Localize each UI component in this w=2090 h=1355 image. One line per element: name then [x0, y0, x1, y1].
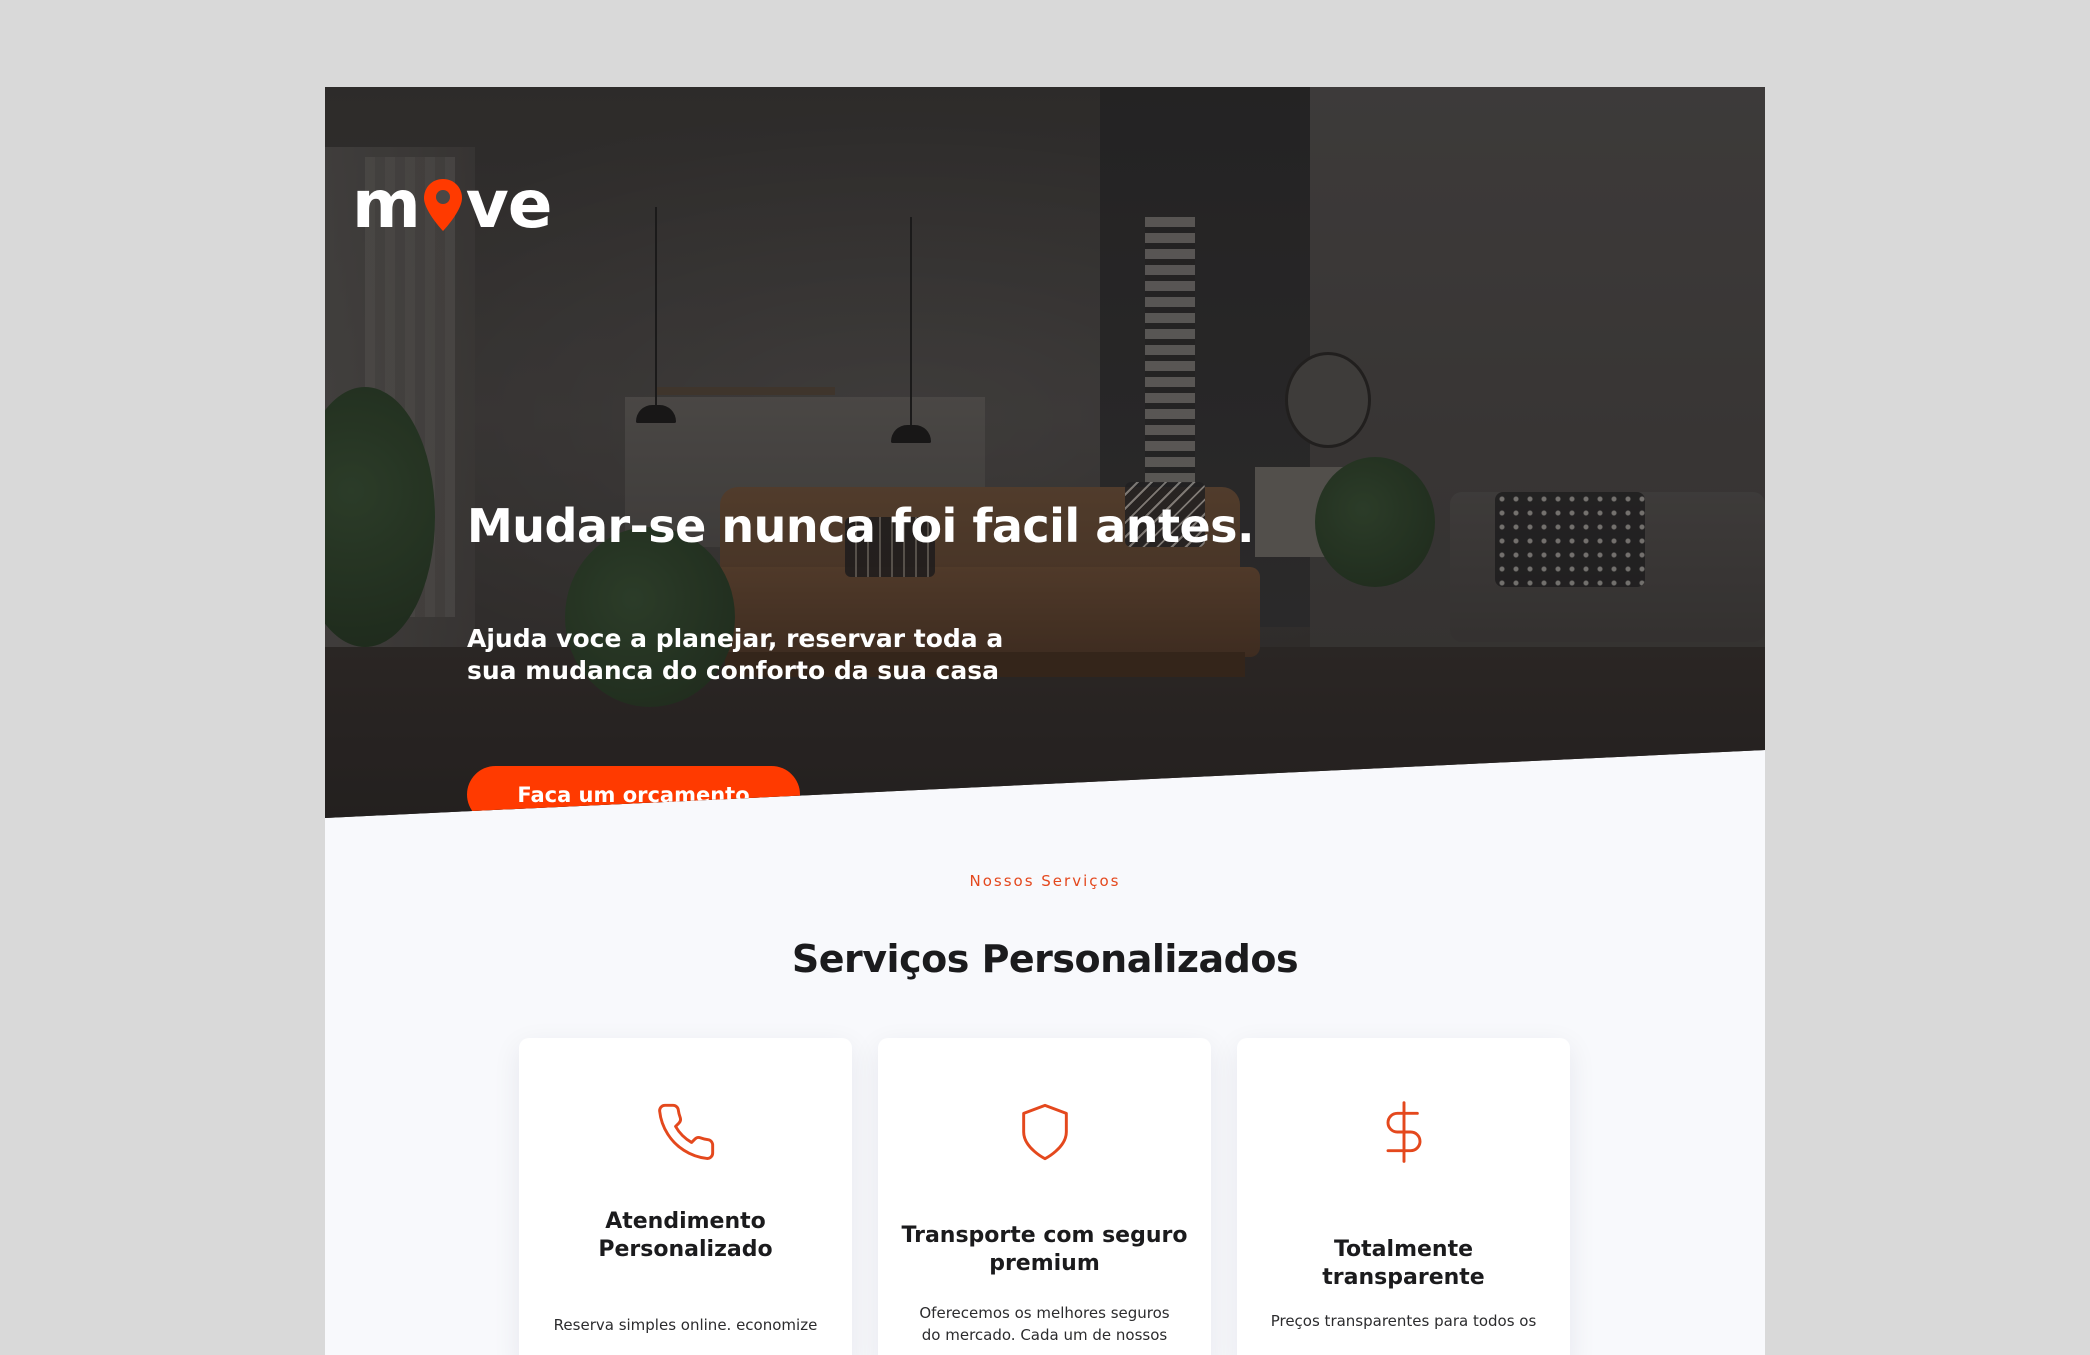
brand-logo[interactable]: m ve — [352, 166, 553, 243]
service-card-atendimento: Atendimento Personalizado Reserva simple… — [519, 1038, 852, 1355]
logo-text-m: m — [352, 166, 421, 243]
landing-page: m ve Mudar-se nunca foi facil antes. Aju… — [325, 87, 1765, 1355]
service-card-transparente: Totalmente transparente Preços transpare… — [1237, 1038, 1570, 1355]
hero-section: m ve Mudar-se nunca foi facil antes. Aju… — [325, 87, 1765, 818]
logo-text-ve: ve — [465, 166, 553, 243]
services-title: Serviços Personalizados — [791, 937, 1299, 981]
hero-title: Mudar-se nunca foi facil antes. — [467, 499, 1255, 553]
phone-icon — [657, 1103, 714, 1160]
service-card-title: Atendimento Personalizado — [598, 1209, 773, 1262]
service-card-title: Transporte com seguro premium — [901, 1223, 1188, 1276]
services-cards: Atendimento Personalizado Reserva simple… — [519, 1038, 1572, 1355]
hero-subtitle: Ajuda voce a planejar, reservar toda a s… — [467, 624, 1004, 685]
service-card-text: Oferecemos os melhores seguros do mercad… — [919, 1304, 1170, 1344]
service-card-transporte: Transporte com seguro premium Oferecemos… — [878, 1038, 1211, 1355]
service-card-text: Reserva simples online. economize — [553, 1316, 818, 1334]
get-quote-button[interactable]: Faca um orcamento — [467, 766, 800, 818]
dollar-icon — [1386, 1101, 1421, 1163]
shield-icon — [1021, 1103, 1068, 1161]
service-card-text: Preços transparentes para todos os — [1270, 1312, 1537, 1330]
services-eyebrow: Nossos Serviços — [969, 872, 1121, 890]
service-card-title: Totalmente transparente — [1322, 1237, 1485, 1290]
map-pin-icon — [423, 179, 462, 231]
